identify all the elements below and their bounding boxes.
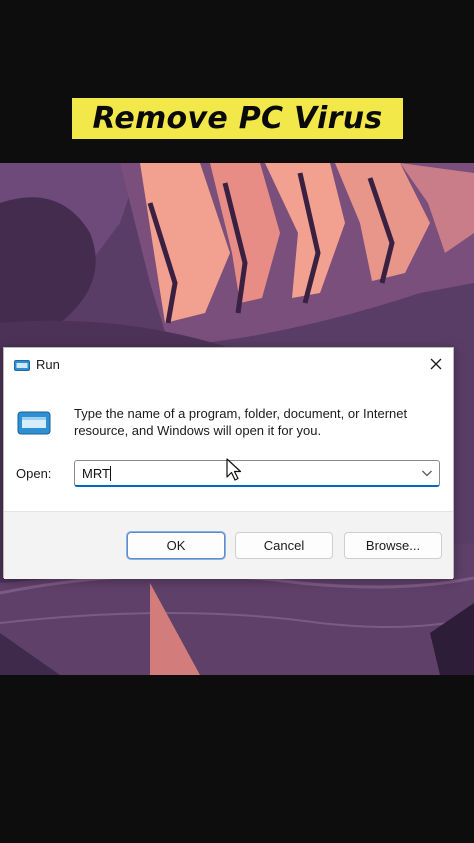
open-input[interactable]: MRT xyxy=(82,466,111,481)
open-label: Open: xyxy=(16,466,52,481)
dialog-title: Run xyxy=(36,357,60,372)
close-icon xyxy=(430,358,442,370)
dialog-description: Type the name of a program, folder, docu… xyxy=(74,406,408,438)
dialog-titlebar[interactable]: Run xyxy=(4,348,453,382)
cancel-button[interactable]: Cancel xyxy=(235,532,333,559)
run-dialog: Run Type the name of a program, folder, … xyxy=(3,347,454,579)
open-input-value: MRT xyxy=(82,466,110,481)
text-caret xyxy=(109,466,111,481)
run-app-icon xyxy=(14,360,30,371)
mouse-cursor-icon xyxy=(226,458,242,481)
browse-button[interactable]: Browse... xyxy=(344,532,442,559)
chevron-down-icon[interactable] xyxy=(421,469,433,478)
open-combobox[interactable]: MRT xyxy=(74,460,440,487)
title-banner: Remove PC Virus xyxy=(72,98,403,139)
run-app-icon xyxy=(17,411,51,435)
close-button[interactable] xyxy=(419,348,453,380)
dialog-footer: OK Cancel Browse... xyxy=(4,511,453,579)
banner-title: Remove PC Virus xyxy=(92,101,383,136)
ok-button[interactable]: OK xyxy=(127,532,225,559)
